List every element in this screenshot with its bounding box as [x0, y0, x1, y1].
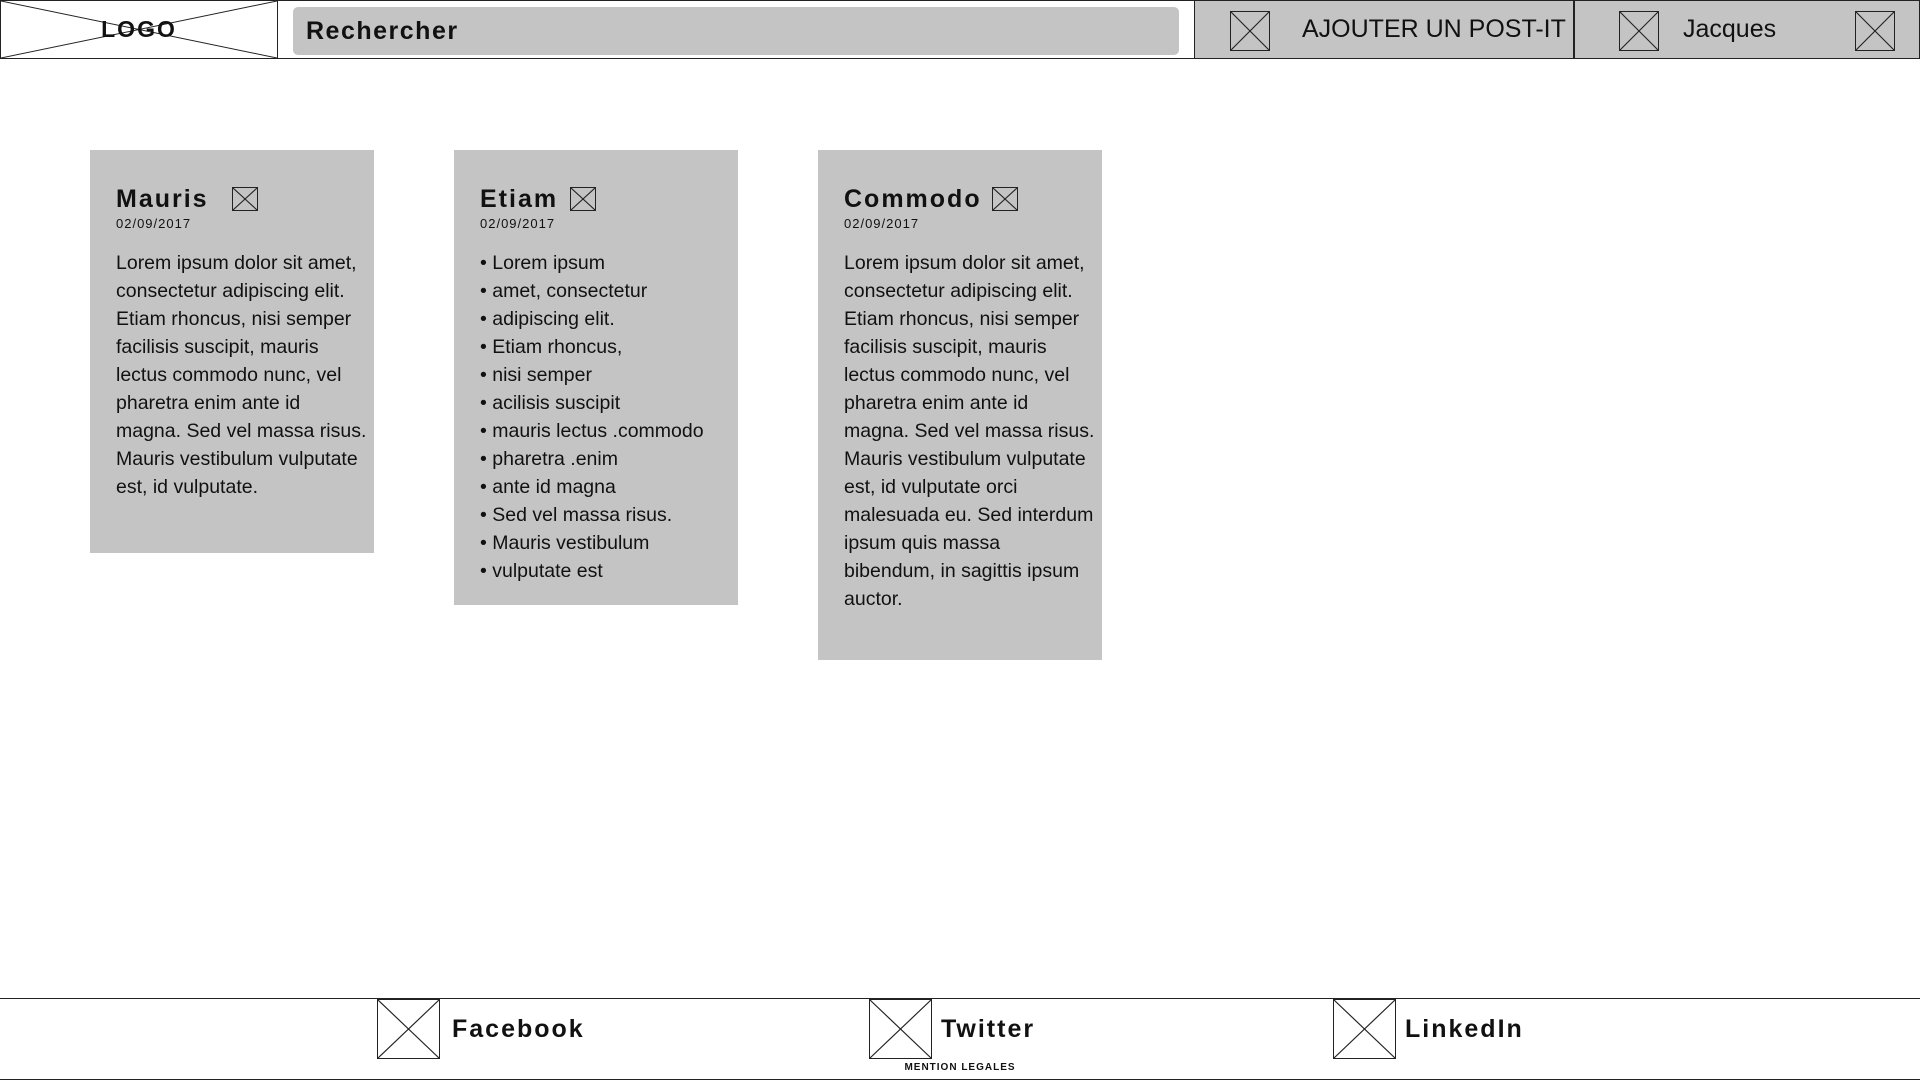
list-item: amet, consectetur	[480, 277, 732, 305]
facebook-link[interactable]: Facebook	[452, 999, 585, 1059]
postit-action-icon[interactable]	[570, 187, 596, 211]
postit-body: Lorem ipsum dolor sit amet, consectetur …	[844, 252, 1095, 610]
list-item: Sed vel massa risus.	[480, 501, 732, 529]
linkedin-icon[interactable]	[1333, 999, 1396, 1059]
list-item: Etiam rhoncus,	[480, 333, 732, 361]
postit-date: 02/09/2017	[480, 216, 556, 231]
avatar-icon	[1619, 11, 1659, 51]
postit-action-icon[interactable]	[232, 187, 258, 211]
list-item: acilisis suscipit	[480, 389, 732, 417]
postit-list: Lorem ipsum amet, consectetur adipiscing…	[480, 249, 732, 585]
postit-title: Etiam	[480, 185, 559, 213]
list-item: vulputate est	[480, 557, 732, 585]
header: LOGO AJOUTER UN POST-IT Jacques	[0, 0, 1920, 59]
list-item: mauris lectus .commodo	[480, 417, 732, 445]
postit-card[interactable]: Mauris 02/09/2017 Lorem ipsum dolor sit …	[90, 150, 374, 553]
footer: Facebook Twitter LinkedIn MENTION LEGALE…	[0, 998, 1920, 1080]
list-item: adipiscing elit.	[480, 305, 732, 333]
postit-date: 02/09/2017	[116, 216, 192, 231]
postit-card[interactable]: Commodo 02/09/2017 Lorem ipsum dolor sit…	[818, 150, 1102, 660]
postit-action-icon[interactable]	[992, 187, 1018, 211]
search-input[interactable]	[293, 7, 1179, 55]
list-item: Lorem ipsum	[480, 249, 732, 277]
user-name: Jacques	[1683, 14, 1777, 43]
postit-body: Lorem ipsum dolor sit amet, consectetur …	[116, 252, 367, 498]
linkedin-link[interactable]: LinkedIn	[1405, 999, 1524, 1059]
legal-mentions-link[interactable]: MENTION LEGALES	[0, 1062, 1920, 1073]
list-item: pharetra .enim	[480, 445, 732, 473]
user-menu[interactable]: Jacques	[1574, 0, 1920, 59]
facebook-icon[interactable]	[377, 999, 440, 1059]
logo-text: LOGO	[101, 16, 177, 42]
list-item: nisi semper	[480, 361, 732, 389]
user-menu-icon[interactable]	[1855, 11, 1895, 51]
add-postit-button[interactable]: AJOUTER UN POST-IT	[1194, 0, 1574, 59]
list-item: ante id magna	[480, 473, 732, 501]
add-postit-label: AJOUTER UN POST-IT	[1302, 14, 1566, 43]
postit-date: 02/09/2017	[844, 216, 920, 231]
add-postit-icon	[1230, 11, 1270, 51]
logo[interactable]: LOGO	[0, 0, 278, 59]
list-item: Mauris vestibulum	[480, 529, 732, 557]
postit-card[interactable]: Etiam 02/09/2017 Lorem ipsum amet, conse…	[454, 150, 738, 605]
twitter-link[interactable]: Twitter	[941, 999, 1035, 1059]
postit-title: Commodo	[844, 185, 982, 213]
twitter-icon[interactable]	[869, 999, 932, 1059]
postit-title: Mauris	[116, 185, 209, 213]
